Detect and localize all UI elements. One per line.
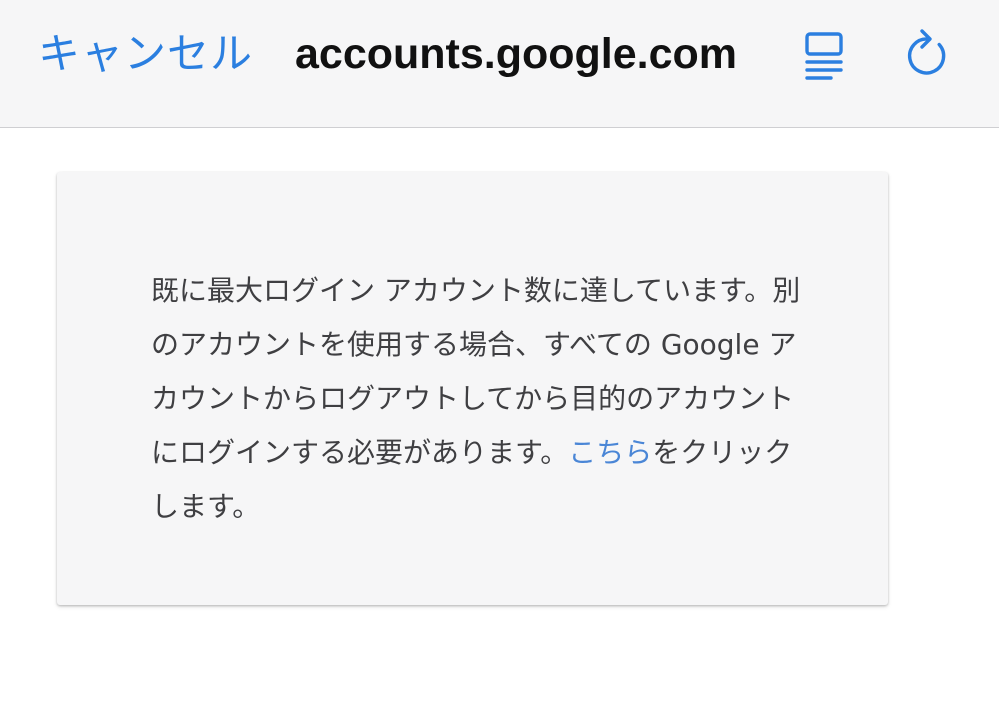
reload-button[interactable]: [900, 26, 956, 82]
max-accounts-message: 既に最大ログイン アカウント数に達しています。別のアカウントを使用する場合、すべ…: [151, 264, 801, 534]
reader-view-icon: [805, 32, 843, 80]
navigation-bar: キャンセル accounts.google.com: [0, 0, 999, 128]
page-domain-title: accounts.google.com: [295, 30, 738, 78]
reader-view-button[interactable]: [797, 26, 853, 82]
message-card: 既に最大ログイン アカウント数に達しています。別のアカウントを使用する場合、すべ…: [57, 172, 888, 605]
cancel-button[interactable]: キャンセル: [38, 28, 253, 80]
reload-icon: [907, 29, 946, 75]
click-here-link[interactable]: こちら: [568, 436, 652, 469]
